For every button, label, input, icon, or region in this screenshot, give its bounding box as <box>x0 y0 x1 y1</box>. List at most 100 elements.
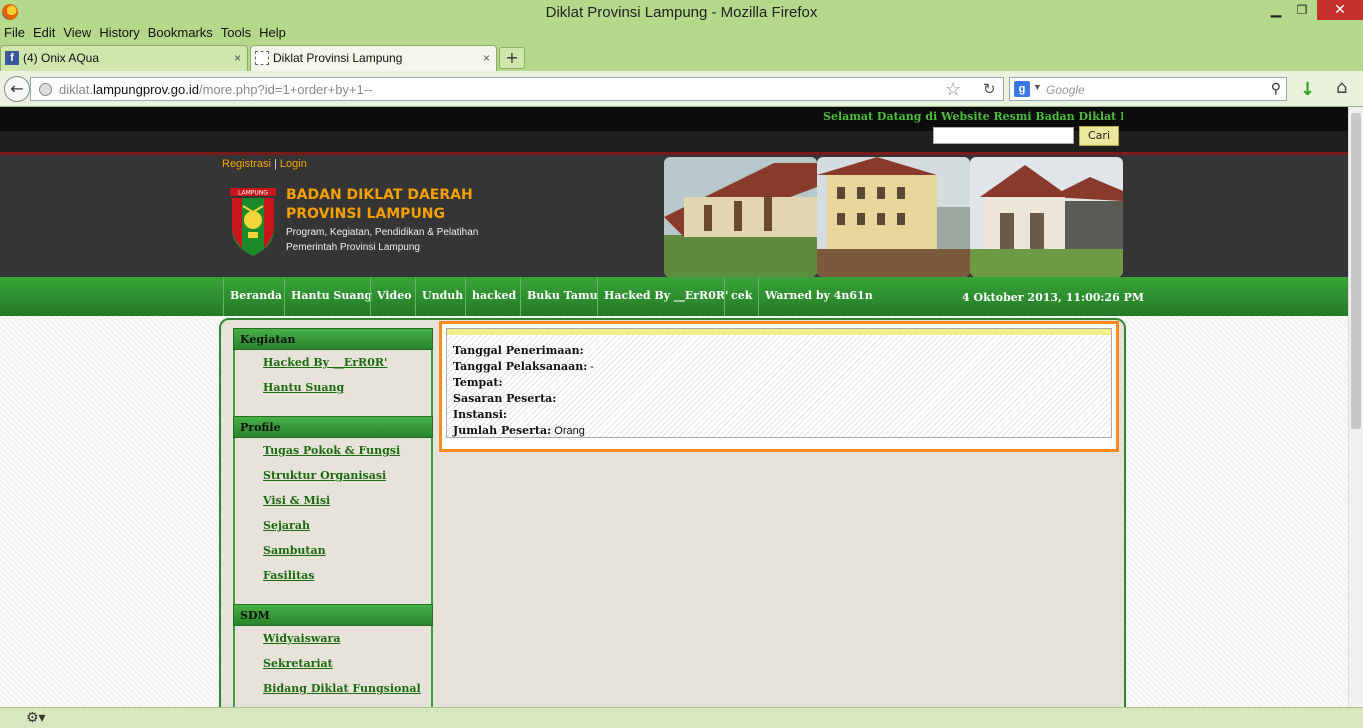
building-photo-2 <box>817 157 970 277</box>
addon-icon[interactable]: ⚙▾ <box>26 710 46 726</box>
download-icon[interactable]: ↓ <box>1300 79 1315 100</box>
detail-row-sasaran-peserta: Sasaran Peserta: <box>453 391 594 407</box>
menu-bar: File Edit View History Bookmarks Tools Help <box>0 24 1363 44</box>
tab-bar: f (4) Onix AQua × Diklat Provinsi Lampun… <box>0 45 1363 71</box>
sidebar-heading-sdm: SDM <box>233 604 433 626</box>
nav-hacked[interactable]: hacked <box>465 277 522 316</box>
site-search-input[interactable] <box>933 127 1074 144</box>
nav-cek[interactable]: cek <box>724 277 758 316</box>
login-link[interactable]: Login <box>280 158 307 170</box>
detail-label: Instansi: <box>453 408 507 421</box>
logo-text: LAMPUNG <box>238 190 268 197</box>
sidebar-link-sambutan[interactable]: Sambutan <box>263 544 431 569</box>
top-strip: Selamat Datang di Website Resmi Badan Di… <box>0 107 1348 131</box>
nav-toolbar: ← diklat.lampungprov.go.id/more.php?id=1… <box>0 71 1363 107</box>
back-button[interactable]: ← <box>4 76 30 102</box>
training-detail-panel: Tanggal Penerimaan: Tanggal Pelaksanaan:… <box>439 321 1119 452</box>
menu-file[interactable]: File <box>0 24 29 41</box>
menu-help[interactable]: Help <box>255 24 290 41</box>
facebook-icon: f <box>5 51 19 65</box>
url-prefix: diklat. <box>59 82 93 97</box>
nav-beranda[interactable]: Beranda <box>223 277 288 316</box>
lampung-emblem-icon: LAMPUNG <box>230 188 276 256</box>
new-tab-button[interactable]: + <box>499 47 525 69</box>
home-icon[interactable]: ⌂ <box>1336 77 1347 98</box>
sidebar-link-fasilitas[interactable]: Fasilitas <box>263 569 431 594</box>
nav-hantu-suang[interactable]: Hantu Suang <box>284 277 378 316</box>
detail-row-tempat: Tempat: <box>453 375 594 391</box>
cari-button[interactable]: Cari <box>1079 126 1119 146</box>
close-button[interactable]: ✕ <box>1317 0 1363 20</box>
org-name-line2: PROVINSI LAMPUNG <box>286 206 446 222</box>
sidebar-link-struktur-organisasi[interactable]: Struktur Organisasi <box>263 469 431 494</box>
sidebar-section-sdm: Widyaiswara Sekretariat Bidang Diklat Fu… <box>233 626 433 707</box>
google-icon[interactable]: g <box>1014 81 1030 97</box>
sidebar-link-widyaiswara[interactable]: Widyaiswara <box>263 632 431 657</box>
training-detail-body: Tanggal Penerimaan: Tanggal Pelaksanaan:… <box>446 328 1112 438</box>
chevron-down-icon[interactable]: ▼ <box>1033 82 1042 92</box>
sidebar-link-sejarah[interactable]: Sejarah <box>263 519 431 544</box>
building-photo-1 <box>664 157 817 277</box>
menu-tools[interactable]: Tools <box>217 24 255 41</box>
sidebar: Kegiatan Hacked By __ErR0R' Hantu Suang … <box>233 328 433 707</box>
nav-buku-tamu[interactable]: Buku Tamu <box>520 277 604 316</box>
tab-close-icon[interactable]: × <box>234 51 241 65</box>
window-titlebar: Diklat Provinsi Lampung - Mozilla Firefo… <box>0 0 1363 24</box>
welcome-marquee: Selamat Datang di Website Resmi Badan Di… <box>823 110 1123 123</box>
org-name: BADAN DIKLAT DAERAH PROVINSI LAMPUNG <box>286 186 473 224</box>
detail-label: Tanggal Pelaksanaan: <box>453 360 588 373</box>
sidebar-link-sekretariat[interactable]: Sekretariat <box>263 657 431 682</box>
auth-links: Registrasi | Login <box>222 158 307 170</box>
org-tagline-line1: Program, Kegiatan, Pendidikan & Pelatiha… <box>286 227 479 238</box>
detail-value: - <box>587 361 595 373</box>
site-header: Registrasi | Login LAMPUNG BADAN DIKLAT … <box>0 155 1348 277</box>
url-host: lampungprov.go.id <box>92 82 199 97</box>
search-icon[interactable]: ⚲ <box>1271 80 1281 97</box>
sidebar-link-visi-misi[interactable]: Visi & Misi <box>263 494 431 519</box>
org-tagline: Program, Kegiatan, Pendidikan & Pelatiha… <box>286 225 478 255</box>
globe-icon <box>39 83 52 96</box>
url-path: /more.php?id=1+order+by+1-- <box>198 82 373 97</box>
tab-diklat[interactable]: Diklat Provinsi Lampung × <box>250 45 497 71</box>
sidebar-link-bidang-diklat-fungsional[interactable]: Bidang Diklat Fungsional <box>263 682 431 707</box>
current-datetime: 4 Oktober 2013, 11:00:26 PM <box>962 291 1145 304</box>
sidebar-heading-profile: Profile <box>233 416 433 438</box>
nav-warned-by[interactable]: Warned by 4n61n <box>758 277 879 316</box>
tab-close-icon[interactable]: × <box>483 51 490 65</box>
url-bar[interactable]: diklat.lampungprov.go.id/more.php?id=1+o… <box>30 77 1004 101</box>
status-bar: ⚙▾ <box>0 707 1363 728</box>
nav-unduh[interactable]: Unduh <box>415 277 469 316</box>
nav-video[interactable]: Video <box>370 277 418 316</box>
sidebar-link-hantu-suang[interactable]: Hantu Suang <box>263 381 431 406</box>
page-viewport: Selamat Datang di Website Resmi Badan Di… <box>0 107 1348 707</box>
search-strip <box>0 131 1348 155</box>
detail-row-tanggal-penerimaan: Tanggal Penerimaan: <box>453 343 594 359</box>
detail-label: Tanggal Penerimaan: <box>453 344 584 357</box>
register-link[interactable]: Registrasi <box>222 158 271 170</box>
menu-bookmarks[interactable]: Bookmarks <box>144 24 217 41</box>
tab-onix-aqua[interactable]: f (4) Onix AQua × <box>0 45 248 71</box>
maximize-button[interactable]: ❐ <box>1291 0 1313 20</box>
bookmark-star-icon[interactable]: ☆ <box>945 79 961 100</box>
nav-hacked-by[interactable]: Hacked By __ErR0R' <box>597 277 734 316</box>
blank-page-icon <box>255 51 269 65</box>
reload-icon[interactable]: ↻ <box>983 80 996 98</box>
separator: | <box>273 158 277 170</box>
menu-edit[interactable]: Edit <box>29 24 59 41</box>
detail-row-tanggal-pelaksanaan: Tanggal Pelaksanaan: - <box>453 359 594 375</box>
detail-label: Sasaran Peserta: <box>453 392 557 405</box>
minimize-button[interactable]: ▁ <box>1265 0 1287 20</box>
vertical-scrollbar[interactable] <box>1348 107 1363 707</box>
tab-label: Diklat Provinsi Lampung <box>273 51 403 65</box>
sidebar-link-tugas-pokok[interactable]: Tugas Pokok & Fungsi <box>263 444 431 469</box>
detail-label: Jumlah Peserta: <box>453 424 552 437</box>
building-photo-3 <box>970 157 1123 277</box>
scrollbar-thumb[interactable] <box>1351 113 1361 429</box>
menu-history[interactable]: History <box>95 24 143 41</box>
sidebar-link-hacked-by[interactable]: Hacked By __ErR0R' <box>263 356 431 381</box>
org-name-line1: BADAN DIKLAT DAERAH <box>286 187 473 203</box>
window-title: Diklat Provinsi Lampung - Mozilla Firefo… <box>545 4 818 21</box>
menu-view[interactable]: View <box>59 24 95 41</box>
search-input[interactable]: g ▼ Google ⚲ <box>1009 77 1287 101</box>
org-tagline-line2: Pemerintah Provinsi Lampung <box>286 242 420 253</box>
